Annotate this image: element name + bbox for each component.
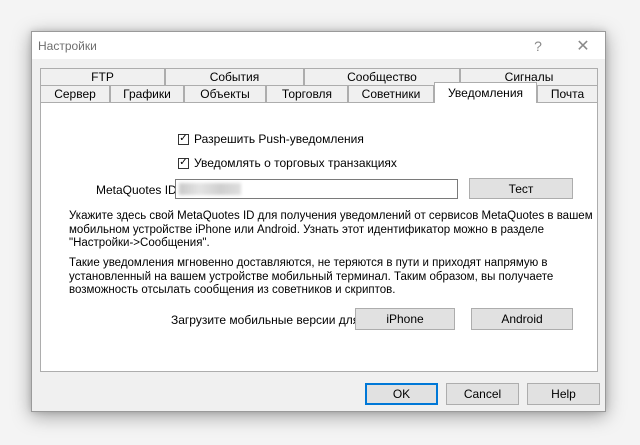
notify-trades-label[interactable]: Уведомлять о торговых транзакциях	[194, 156, 397, 170]
info-line: возможность отсылать сообщения из советн…	[69, 284, 396, 296]
tab-objects[interactable]: Объекты	[184, 85, 266, 102]
ok-button[interactable]: OK	[365, 383, 438, 405]
info-line: Укажите здесь свой MetaQuotes ID для пол…	[69, 210, 593, 222]
title-bar[interactable]: Настройки ? ✕	[32, 32, 605, 59]
tab-charts[interactable]: Графики	[110, 85, 184, 102]
tab-trade[interactable]: Торговля	[266, 85, 348, 102]
close-icon[interactable]: ✕	[561, 32, 605, 59]
tab-notifications[interactable]: Уведомления	[434, 82, 537, 103]
tab-server[interactable]: Сервер	[40, 85, 110, 102]
android-button[interactable]: Android	[471, 308, 573, 330]
tab-experts[interactable]: Советники	[348, 85, 434, 102]
enable-push-row[interactable]: ✓ Разрешить Push-уведомления	[178, 132, 364, 146]
info-paragraph-1: Укажите здесь свой MetaQuotes ID для пол…	[69, 210, 593, 251]
metaquotes-id-label: MetaQuotes ID:	[96, 183, 181, 197]
enable-push-label[interactable]: Разрешить Push-уведомления	[194, 132, 364, 146]
download-label: Загрузите мобильные версии для:	[171, 313, 363, 327]
settings-dialog: Настройки ? ✕ FTP События Сообщество Сиг…	[31, 31, 606, 412]
metaquotes-id-field[interactable]	[175, 179, 458, 199]
info-line: "Настройки->Сообщения".	[69, 237, 210, 249]
help-icon[interactable]: ?	[516, 32, 560, 59]
metaquotes-id-value-blurred	[179, 183, 241, 195]
notify-trades-checkbox[interactable]: ✓	[178, 157, 189, 169]
cancel-button[interactable]: Cancel	[446, 383, 519, 405]
info-line: установленный на вашем устройстве мобиль…	[69, 270, 554, 283]
enable-push-checkbox[interactable]: ✓	[178, 133, 189, 145]
tab-events[interactable]: События	[165, 68, 304, 85]
info-line: Такие уведомления мгновенно доставляются…	[69, 257, 548, 269]
iphone-button[interactable]: iPhone	[355, 308, 455, 330]
test-button[interactable]: Тест	[469, 178, 573, 199]
window-title: Настройки	[38, 39, 97, 53]
notify-trades-row[interactable]: ✓ Уведомлять о торговых транзакциях	[178, 156, 397, 170]
help-button[interactable]: Help	[527, 383, 600, 405]
tab-email[interactable]: Почта	[537, 85, 598, 102]
notifications-panel: ✓ Разрешить Push-уведомления ✓ Уведомлят…	[40, 102, 598, 372]
info-paragraph-2: Такие уведомления мгновенно доставляются…	[69, 257, 553, 298]
tab-ftp[interactable]: FTP	[40, 68, 165, 85]
info-line: мобильном устройстве iPhone или Android.…	[69, 223, 544, 236]
